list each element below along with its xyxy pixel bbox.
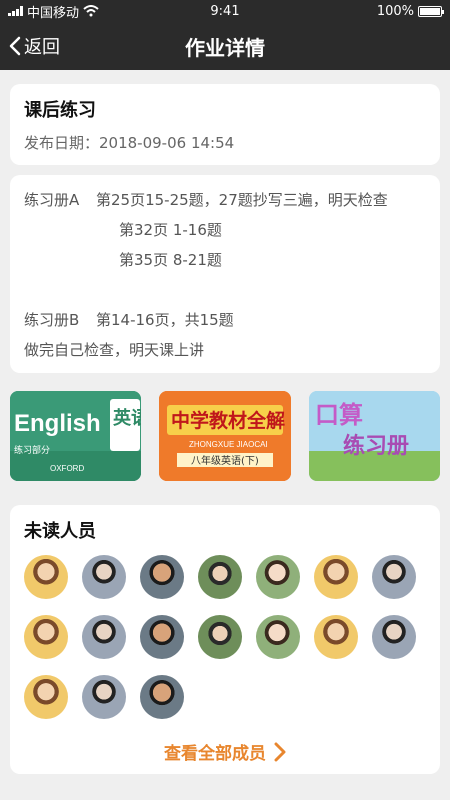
book-cover-kousuan: 口算 练习册 xyxy=(308,391,440,481)
book-note: 练习部分 xyxy=(14,444,50,456)
avatar[interactable] xyxy=(140,615,184,659)
avatar[interactable] xyxy=(24,675,68,719)
content-line: 第35页 8-21题 xyxy=(119,251,222,269)
publish-date: 发布日期：2018-09-06 14:54 xyxy=(24,134,235,152)
avatar-grid xyxy=(24,555,426,719)
avatar[interactable] xyxy=(24,615,68,659)
avatar[interactable] xyxy=(140,555,184,599)
content-line: 做完自己检查，明天课上讲 xyxy=(24,341,205,359)
homework-title: 课后练习 xyxy=(24,100,96,121)
avatar[interactable] xyxy=(314,555,358,599)
book-subtitle: 练习册 xyxy=(343,433,409,459)
unread-members-card: 未读人员 查看全部成员 xyxy=(10,505,440,774)
homework-header-card: 课后练习 发布日期：2018-09-06 14:54 xyxy=(10,84,440,165)
signal-icon xyxy=(8,6,23,16)
avatar[interactable] xyxy=(198,555,242,599)
attachment-images: English 英语 练习部分 OXFORD 中学教材全解 ZHONGXUE J… xyxy=(10,391,440,481)
wifi-icon xyxy=(83,5,99,17)
avatar[interactable] xyxy=(82,615,126,659)
avatar[interactable] xyxy=(372,615,416,659)
book-title: 口算 xyxy=(315,401,363,429)
workbook-label: 练习册B xyxy=(24,311,80,329)
avatar[interactable] xyxy=(314,615,358,659)
book-subtitle: 八年级英语(下) xyxy=(191,454,259,467)
back-label: 返回 xyxy=(24,37,60,58)
status-right: 100% xyxy=(376,3,444,19)
avatar[interactable] xyxy=(24,555,68,599)
book-cover-jiaocai: 中学教材全解 ZHONGXUE JIAOCAI 八年级英语(下) xyxy=(159,391,291,481)
book-pinyin: ZHONGXUE JIAOCAI xyxy=(189,440,268,449)
view-all-label: 查看全部成员 xyxy=(164,744,266,764)
content-text: 第14-16页，共15题 xyxy=(96,311,234,329)
attachment-image-jiaocai[interactable]: 中学教材全解 ZHONGXUE JIAOCAI 八年级英语(下) xyxy=(159,391,291,481)
page-title: 作业详情 xyxy=(185,35,265,60)
book-subtitle: 英语 xyxy=(112,407,141,429)
attachment-image-kousuan[interactable]: 口算 练习册 xyxy=(308,391,440,481)
view-all-members-button[interactable]: 查看全部成员 xyxy=(24,739,426,764)
avatar[interactable] xyxy=(140,675,184,719)
chevron-left-icon xyxy=(9,36,21,56)
battery-icon xyxy=(418,5,444,17)
content-text: 第25页15-25题，27题抄写三遍，明天检查 xyxy=(96,191,388,209)
avatar[interactable] xyxy=(372,555,416,599)
status-bar: 中国移动 9:41 100% xyxy=(0,0,450,22)
unread-members-title: 未读人员 xyxy=(24,521,96,542)
book-title: English xyxy=(14,410,101,437)
book-cover-english: English 英语 练习部分 OXFORD xyxy=(10,391,142,481)
battery-percent: 100% xyxy=(376,3,414,19)
avatar[interactable] xyxy=(198,615,242,659)
content-line: 练习册A 第25页15-25题，27题抄写三遍，明天检查 xyxy=(24,185,426,215)
carrier-name: 中国移动 xyxy=(27,5,80,21)
avatar[interactable] xyxy=(82,675,126,719)
avatar[interactable] xyxy=(256,615,300,659)
status-left: 中国移动 xyxy=(8,2,99,21)
attachment-image-english[interactable]: English 英语 练习部分 OXFORD xyxy=(10,391,142,481)
back-button[interactable]: 返回 xyxy=(8,22,60,70)
workbook-label: 练习册A xyxy=(24,191,80,209)
navigation-bar: 返回 作业详情 xyxy=(0,22,450,70)
book-title: 中学教材全解 xyxy=(171,409,285,432)
avatar[interactable] xyxy=(82,555,126,599)
homework-content-card: 练习册A 第25页15-25题，27题抄写三遍，明天检查 第32页 1-16题 … xyxy=(10,175,440,373)
content-line: 练习册B 第14-16页，共15题 xyxy=(24,305,426,335)
chevron-right-icon xyxy=(274,742,286,761)
content-line: 第32页 1-16题 xyxy=(119,221,222,239)
avatar[interactable] xyxy=(256,555,300,599)
book-brand: OXFORD xyxy=(50,464,84,473)
